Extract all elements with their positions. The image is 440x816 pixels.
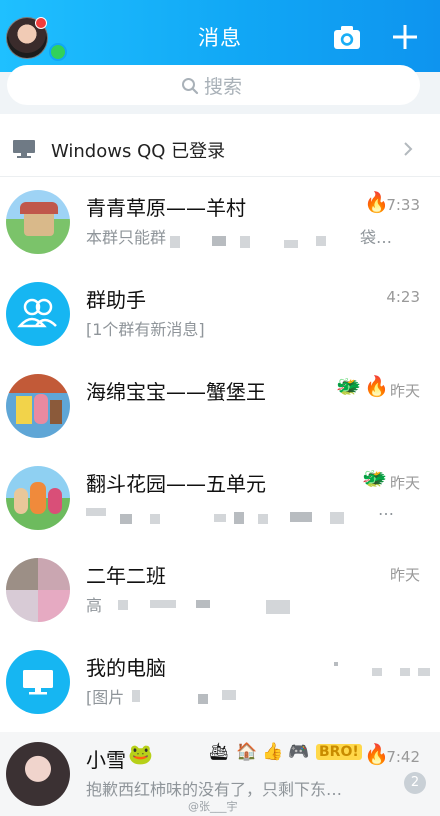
chat-time: 4:23 [386, 288, 420, 306]
fire-icon: 🔥 [364, 374, 389, 398]
chat-name: 二年二班 [86, 564, 166, 588]
chat-row[interactable]: 二年二班 昨天 高 [0, 548, 440, 640]
group-assistant-icon [17, 298, 57, 328]
chat-preview: [图片 [86, 688, 125, 707]
my-computer-avatar [6, 650, 70, 714]
chat-name: 群助手 [86, 288, 146, 312]
chat-name: 我的电脑 [86, 656, 166, 680]
unread-badge: 2 [404, 772, 426, 794]
bro-badge-icon: BRO! [316, 744, 362, 760]
chat-preview: 本群只能群 [86, 228, 167, 247]
chat-name: 青青草原——羊村 [86, 196, 246, 220]
device-login-row[interactable]: Windows QQ 已登录 [0, 124, 440, 174]
camera-icon[interactable] [332, 22, 362, 52]
top-bar: 消息 [0, 0, 440, 72]
group-avatar [6, 190, 70, 254]
chat-preview: 高 [86, 596, 103, 615]
chat-row[interactable]: 群助手 4:23 [1个群有新消息] [0, 272, 440, 364]
group-avatar [6, 558, 70, 622]
chat-row[interactable]: 我的电脑 [图片 [0, 640, 440, 732]
monitor-icon [13, 140, 35, 158]
device-login-label: Windows QQ 已登录 [51, 141, 226, 162]
chat-time: 昨天 [389, 382, 420, 400]
fire-icon: 🔥 [364, 190, 389, 214]
fire-icon: 🔥 [364, 742, 389, 766]
divider [0, 176, 440, 177]
chat-preview: [1个群有新消息] [86, 320, 205, 339]
dragon-icon: 🐲 [336, 374, 361, 398]
ship-icon: 🛳 [208, 742, 230, 762]
chat-name: 翻斗花园——五单元 [86, 472, 266, 496]
chat-time: 7:33 [386, 196, 420, 214]
chat-row[interactable]: 翻斗花园——五单元 🐲 昨天 … [0, 456, 440, 548]
chat-preview-tail: … [378, 500, 394, 519]
page-title: 消息 [198, 26, 242, 50]
search-placeholder: 搜索 [204, 76, 243, 98]
contact-avatar [6, 742, 70, 806]
chat-time: 7:42 [386, 748, 420, 766]
house-icon: 🏠 [236, 742, 258, 762]
monitor-icon [23, 670, 53, 695]
group-avatar [6, 374, 70, 438]
chat-name: 小雪 [86, 748, 126, 772]
chat-preview: 抱歉西红柿味的没有了，只剩下东… [86, 780, 343, 799]
plus-icon[interactable] [390, 22, 420, 52]
chat-time: 昨天 [389, 474, 420, 492]
chat-time: 昨天 [389, 566, 420, 584]
group-avatar [6, 466, 70, 530]
chat-row[interactable]: 海绵宝宝——蟹堡王 🐲 🔥 昨天 [0, 364, 440, 456]
group-assistant-avatar [6, 282, 70, 346]
like-icon: 👍 [262, 742, 284, 762]
watermark: @张___宇 [188, 800, 238, 813]
dragon-icon: 🐲 [362, 466, 387, 490]
gamepad-icon: 🎮 [288, 742, 310, 762]
chevron-right-icon [404, 142, 413, 156]
chat-preview-tail: 袋… [360, 228, 393, 247]
chat-row[interactable]: 青青草原——羊村 🔥 7:33 本群只能群 袋… [0, 180, 440, 272]
frog-icon: 🐸 [128, 742, 153, 766]
chat-name: 海绵宝宝——蟹堡王 [86, 380, 266, 404]
search-icon [182, 78, 199, 95]
